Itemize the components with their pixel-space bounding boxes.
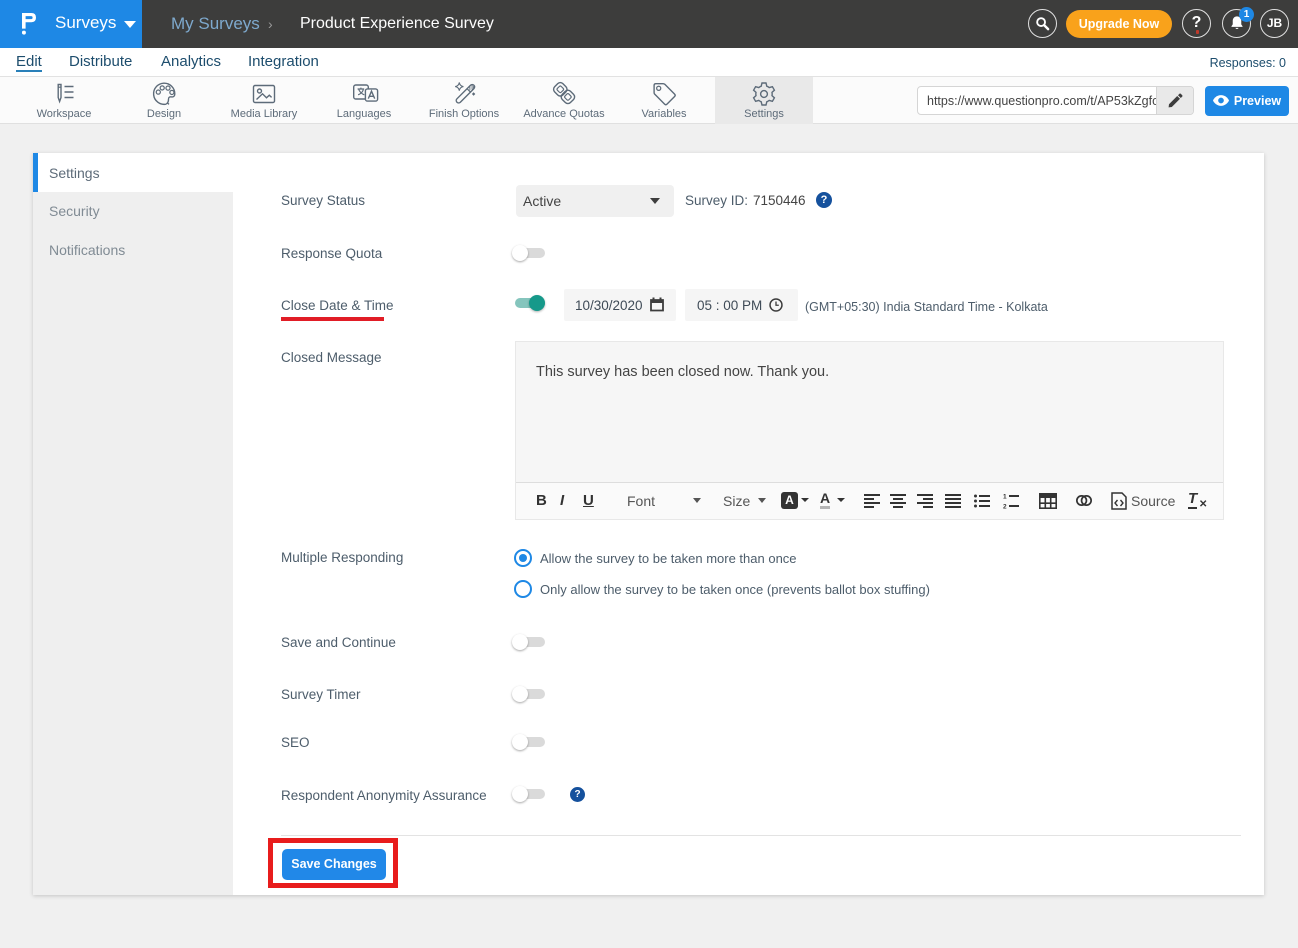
svg-text:1: 1: [1003, 494, 1007, 501]
svg-text:2: 2: [1003, 504, 1007, 510]
